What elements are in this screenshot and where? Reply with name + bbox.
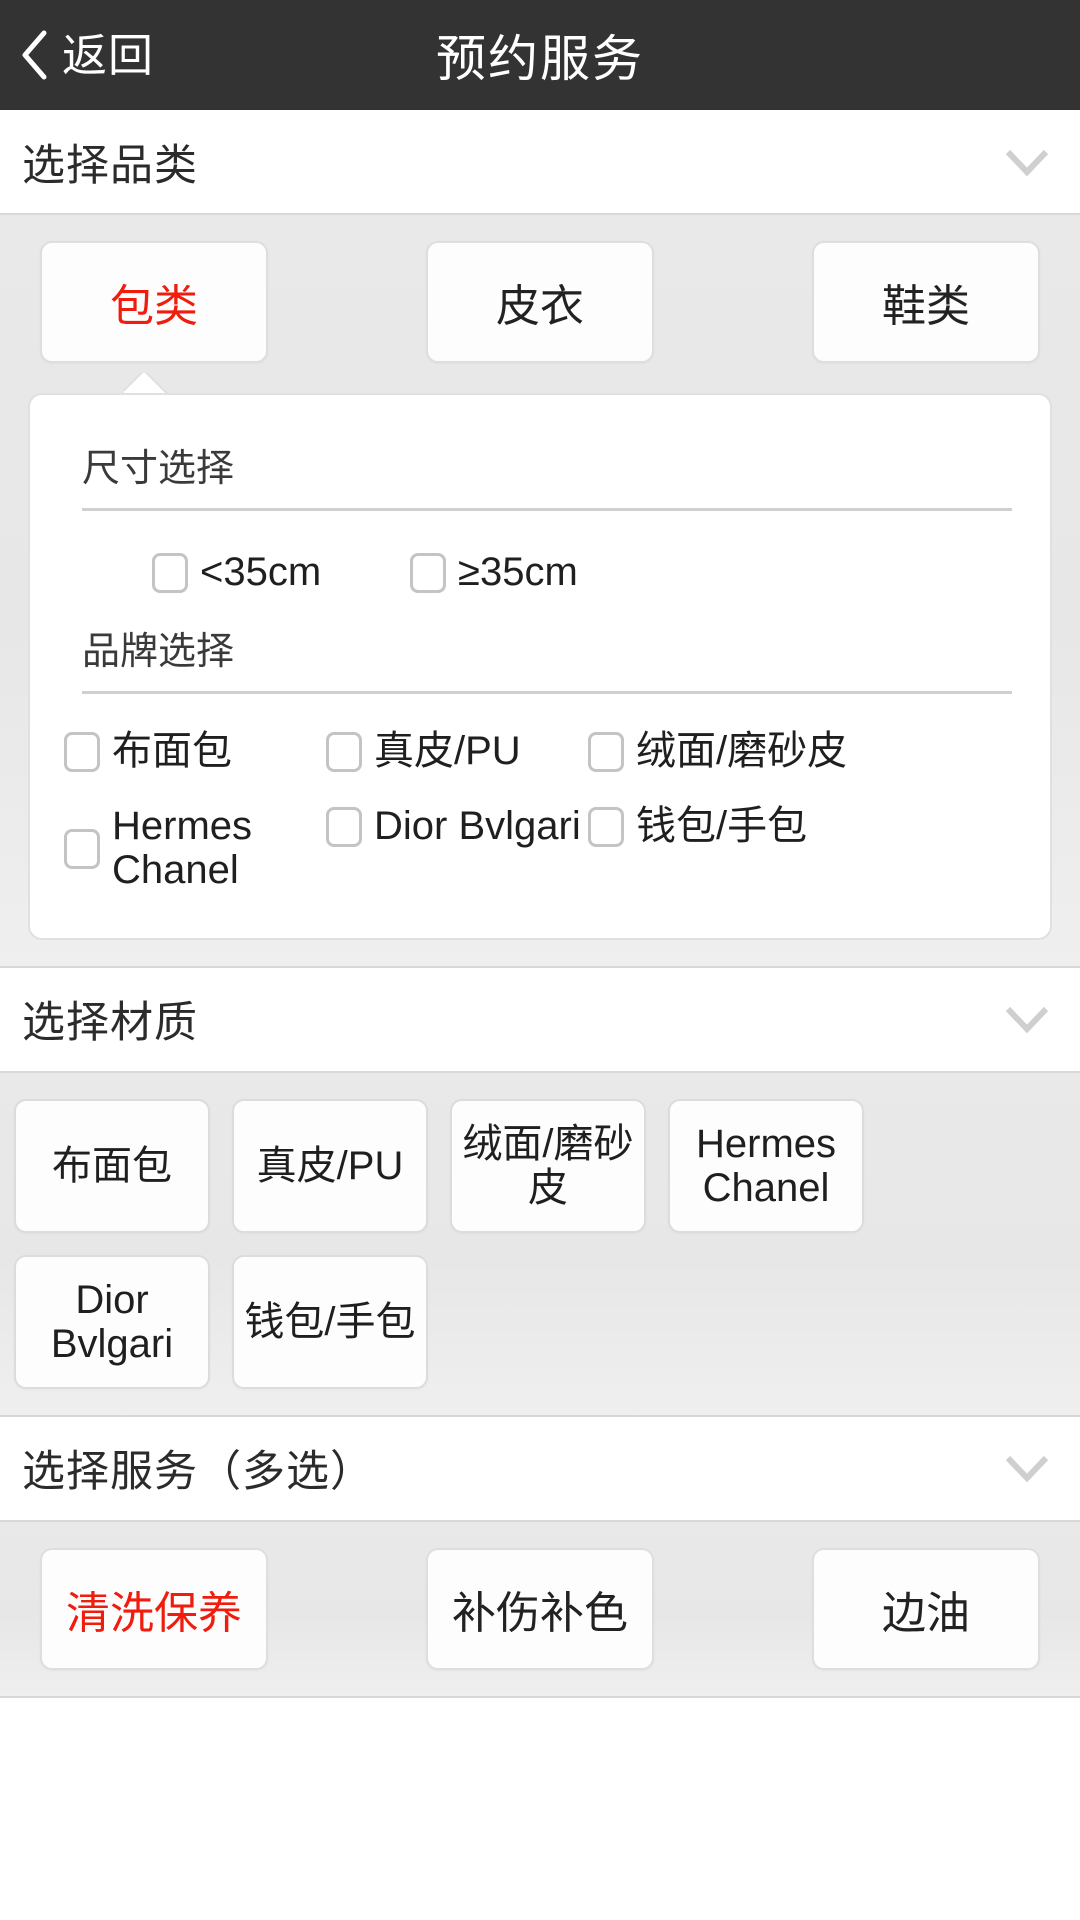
divider — [82, 508, 1012, 511]
section-body-material: 布面包 真皮/PU 绒面/磨砂 皮 Hermes Chanel Dior Bvl… — [0, 1072, 1080, 1417]
material-chip-fabric-bag[interactable]: 布面包 — [14, 1098, 210, 1233]
caret-pointer-icon — [124, 373, 168, 395]
material-chip-genuine-pu[interactable]: 真皮/PU — [232, 1098, 428, 1233]
checkbox-box-icon[interactable] — [410, 552, 446, 593]
chevron-left-icon — [18, 29, 52, 81]
section-header-category[interactable]: 选择品类 — [0, 110, 1080, 215]
service-button-clean-maintain[interactable]: 清洗保养 — [40, 1547, 268, 1670]
brand-option-row-1: 布面包 真皮/PU 绒面/磨砂皮 — [64, 704, 1016, 779]
section-title-material: 选择材质 — [22, 999, 198, 1048]
checkbox-brand-genuine-pu[interactable]: 真皮/PU — [326, 729, 588, 774]
category-tab-bags[interactable]: 包类 — [40, 241, 268, 363]
material-chip-grid: 布面包 真皮/PU 绒面/磨砂 皮 Hermes Chanel Dior Bvl… — [0, 1098, 1080, 1389]
category-detail-wrapper: 尺寸选择 <35cm ≥35cm 品牌选择 布面包 真皮/PU 绒面/磨砂皮 H… — [28, 373, 1052, 940]
category-tab-bags-label: 包类 — [110, 282, 198, 331]
category-tab-shoes[interactable]: 鞋类 — [812, 241, 1040, 363]
checkbox-size-under-35[interactable]: <35cm — [64, 550, 354, 594]
checkbox-box-icon[interactable] — [64, 731, 100, 772]
checkbox-box-icon[interactable] — [64, 828, 100, 869]
section-title-category: 选择品类 — [22, 141, 198, 190]
checkbox-brand-wallet-handbag[interactable]: 钱包/手包 — [588, 805, 868, 848]
category-tab-leather-jacket[interactable]: 皮衣 — [426, 241, 654, 363]
material-chip-fabric-bag-label: 布面包 — [52, 1143, 172, 1188]
checkbox-brand-genuine-pu-label: 真皮/PU — [374, 729, 521, 774]
chevron-down-icon[interactable] — [1004, 1004, 1050, 1034]
checkbox-brand-hermes-chanel[interactable]: Hermes Chanel — [64, 805, 326, 891]
app-header: 返回 预约服务 — [0, 0, 1080, 110]
material-chip-suede-label: 绒面/磨砂 皮 — [462, 1121, 634, 1210]
category-detail-card: 尺寸选择 <35cm ≥35cm 品牌选择 布面包 真皮/PU 绒面/磨砂皮 H… — [28, 393, 1052, 940]
divider — [82, 691, 1012, 695]
checkbox-box-icon[interactable] — [326, 731, 362, 772]
checkbox-box-icon[interactable] — [588, 806, 624, 847]
service-button-edge-paint-label: 边油 — [882, 1588, 970, 1638]
material-chip-hermes-chanel[interactable]: Hermes Chanel — [668, 1098, 864, 1233]
section-header-service[interactable]: 选择服务（多选） — [0, 1416, 1080, 1522]
section-body-category: 包类 皮衣 鞋类 尺寸选择 <35cm ≥35cm 品牌选择 布面包 真皮/PU… — [0, 215, 1080, 968]
service-button-edge-paint[interactable]: 边油 — [812, 1547, 1040, 1670]
checkbox-size-under-35-label: <35cm — [200, 550, 322, 594]
service-button-repair-recolor-label: 补伤补色 — [452, 1588, 628, 1638]
material-chip-wallet-handbag-label: 钱包/手包 — [244, 1299, 416, 1344]
material-chip-wallet-handbag[interactable]: 钱包/手包 — [232, 1254, 428, 1389]
checkbox-box-icon[interactable] — [326, 806, 362, 847]
size-group-label: 尺寸选择 — [82, 448, 235, 490]
section-body-service: 清洗保养 补伤补色 边油 — [0, 1521, 1080, 1698]
section-title-service: 选择服务（多选） — [22, 1448, 374, 1497]
checkbox-size-over-35-label: ≥35cm — [458, 550, 578, 594]
checkbox-brand-wallet-handbag-label: 钱包/手包 — [636, 804, 808, 849]
brand-group-label: 品牌选择 — [82, 631, 235, 674]
back-button-label: 返回 — [62, 29, 155, 81]
chevron-down-icon[interactable] — [1004, 147, 1050, 177]
back-button[interactable]: 返回 — [0, 0, 154, 110]
checkbox-brand-dior-bvlgari[interactable]: Dior Bvlgari — [326, 805, 588, 848]
checkbox-size-over-35[interactable]: ≥35cm — [354, 550, 644, 594]
category-tab-leather-jacket-label: 皮衣 — [496, 282, 584, 331]
checkbox-brand-suede-label: 绒面/磨砂皮 — [636, 729, 848, 774]
category-tab-shoes-label: 鞋类 — [882, 282, 970, 331]
appointment-service-screen: 返回 预约服务 选择品类 包类 皮衣 鞋类 尺寸选择 <35cm ≥35cm 品… — [0, 0, 1080, 1920]
checkbox-brand-hermes-chanel-label: Hermes Chanel — [112, 804, 253, 892]
service-button-row: 清洗保养 补伤补色 边油 — [0, 1547, 1080, 1670]
material-chip-hermes-chanel-label: Hermes Chanel — [695, 1121, 837, 1210]
size-option-row: <35cm ≥35cm — [64, 521, 1016, 612]
section-header-material[interactable]: 选择材质 — [0, 967, 1080, 1073]
checkbox-box-icon[interactable] — [152, 552, 188, 593]
service-button-repair-recolor[interactable]: 补伤补色 — [426, 1547, 654, 1670]
material-chip-dior-bvlgari[interactable]: Dior Bvlgari — [14, 1254, 210, 1389]
checkbox-brand-fabric-bag[interactable]: 布面包 — [64, 729, 326, 774]
checkbox-brand-dior-bvlgari-label: Dior Bvlgari — [374, 804, 581, 849]
brand-option-row-2: Hermes Chanel Dior Bvlgari 钱包/手包 — [64, 779, 1016, 897]
material-chip-dior-bvlgari-label: Dior Bvlgari — [50, 1277, 174, 1366]
chevron-down-icon[interactable] — [1004, 1453, 1050, 1483]
material-chip-genuine-pu-label: 真皮/PU — [256, 1143, 404, 1188]
checkbox-brand-suede[interactable]: 绒面/磨砂皮 — [588, 729, 868, 774]
checkbox-brand-fabric-bag-label: 布面包 — [112, 729, 232, 774]
checkbox-box-icon[interactable] — [588, 731, 624, 772]
category-tab-row: 包类 皮衣 鞋类 — [0, 241, 1080, 363]
material-chip-suede[interactable]: 绒面/磨砂 皮 — [450, 1098, 646, 1233]
service-button-clean-maintain-label: 清洗保养 — [66, 1588, 242, 1638]
page-title: 预约服务 — [436, 31, 644, 87]
